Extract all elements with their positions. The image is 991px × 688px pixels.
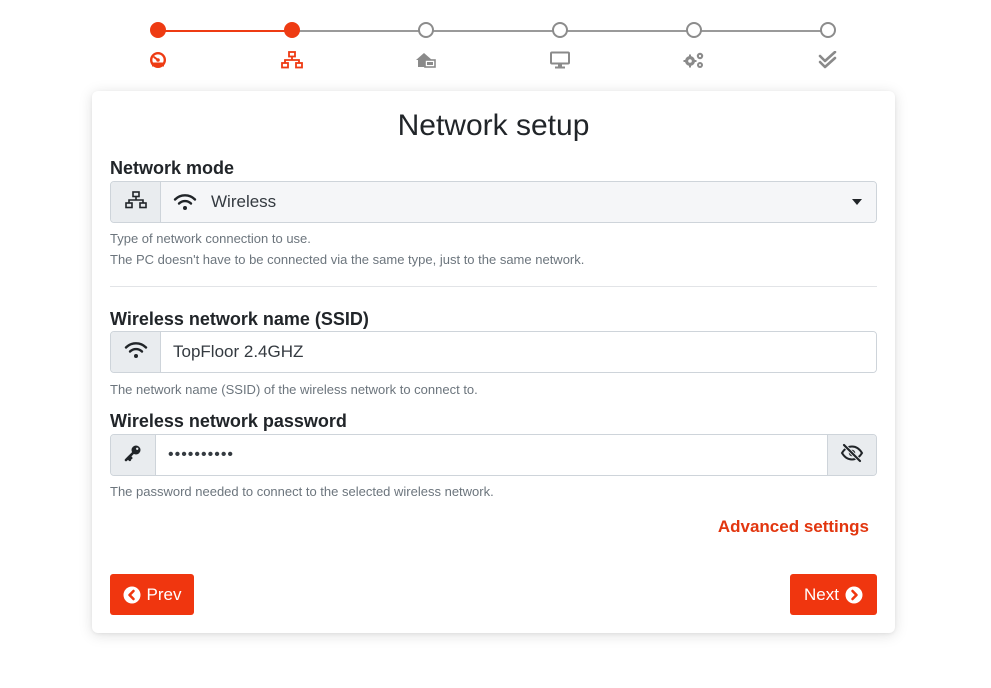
network-mode-prefix: [111, 182, 161, 222]
monitor-icon: [549, 50, 571, 70]
password-label: Wireless network password: [110, 411, 347, 431]
network-icon: [124, 190, 147, 214]
network-mode-help-2: The PC doesn't have to be connected via …: [110, 252, 585, 267]
step-1-dot[interactable]: [150, 22, 166, 38]
page-title: Network setup: [397, 109, 590, 142]
chevron-right-circle-icon: [845, 586, 863, 604]
ssid-input-group[interactable]: TopFloor 2.4GHZ: [110, 331, 877, 373]
wifi-icon: [124, 341, 148, 364]
next-button-label: Next: [804, 584, 839, 604]
network-mode-help-1: Type of network connection to use.: [110, 231, 311, 246]
gears-icon: [683, 50, 705, 70]
password-input-group[interactable]: ••••••••••: [110, 434, 877, 476]
step-2-dot[interactable]: [284, 22, 300, 38]
prev-button-label: Prev: [146, 584, 182, 604]
password-input[interactable]: ••••••••••: [156, 435, 827, 475]
step-5-dot[interactable]: [686, 22, 702, 38]
key-icon: [124, 444, 142, 467]
section-divider: [110, 286, 877, 287]
chevron-left-circle-icon: [123, 586, 141, 604]
prev-button[interactable]: Prev: [110, 574, 194, 615]
step-3-dot[interactable]: [418, 22, 434, 38]
wifi-icon: [173, 193, 197, 211]
ssid-help: The network name (SSID) of the wireless …: [110, 382, 478, 397]
ssid-prefix: [111, 332, 161, 372]
network-icon: [281, 50, 303, 70]
step-6-dot[interactable]: [820, 22, 836, 38]
house-network-icon: [415, 50, 437, 70]
ssid-label: Wireless network name (SSID): [110, 309, 369, 329]
advanced-settings-link[interactable]: Advanced settings: [718, 517, 869, 537]
double-check-icon: [817, 50, 839, 70]
network-mode-value: Wireless: [211, 192, 277, 211]
stepper-line-completed: [158, 30, 292, 32]
ssid-input[interactable]: TopFloor 2.4GHZ: [161, 332, 876, 372]
password-prefix: [111, 435, 156, 475]
network-mode-select[interactable]: Wireless: [110, 181, 877, 223]
network-mode-label: Network mode: [110, 158, 235, 178]
chevron-down-icon: [852, 199, 862, 205]
step-4-dot[interactable]: [552, 22, 568, 38]
password-help: The password needed to connect to the se…: [110, 484, 494, 499]
toggle-password-visibility-button[interactable]: [827, 435, 876, 475]
eye-slash-icon: [840, 443, 864, 468]
dashboard-gauge-icon: [147, 50, 169, 70]
network-mode-select-body[interactable]: Wireless: [161, 182, 876, 222]
next-button[interactable]: Next: [790, 574, 877, 615]
wizard-stepper: [0, 0, 991, 80]
setup-card: Network setup Network mode Wireless Type…: [92, 91, 895, 633]
